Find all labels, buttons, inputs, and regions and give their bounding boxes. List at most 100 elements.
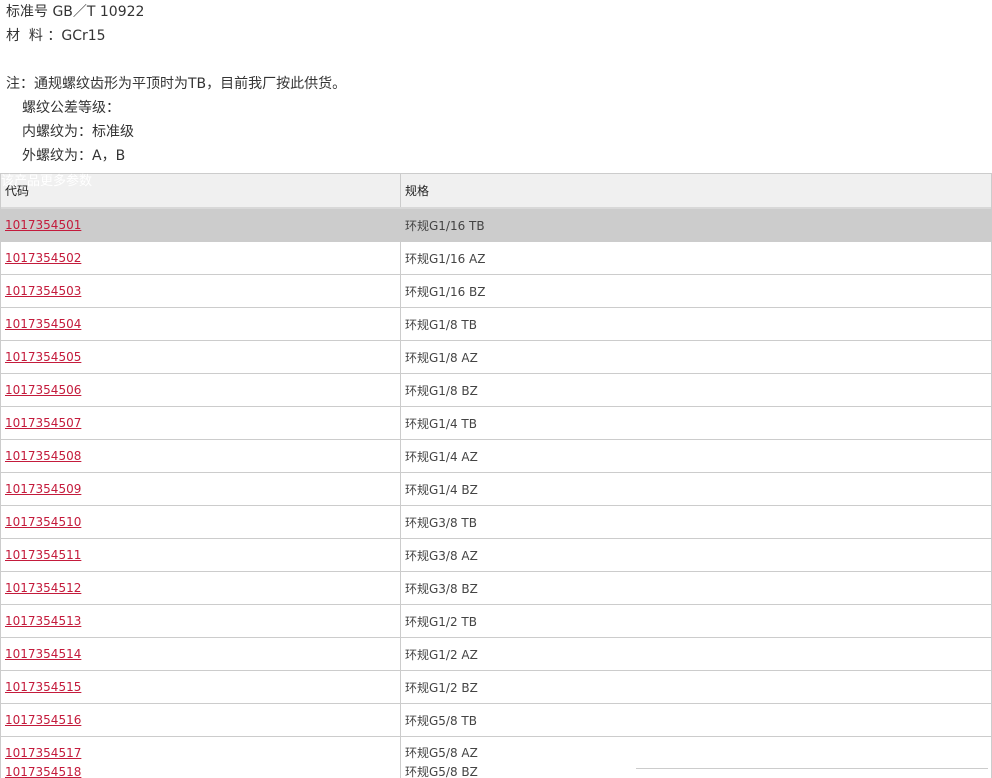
table-row: 1017354515 环规G1/2 BZ	[1, 671, 991, 704]
spec-text: 环规G1/16 BZ	[405, 284, 486, 299]
code-cell: 1017354511	[1, 539, 401, 571]
product-code-link[interactable]: 1017354512	[5, 581, 81, 595]
spec-text: 环规G1/2 TB	[405, 614, 477, 629]
code-cell: 1017354513	[1, 605, 401, 637]
spec-text: 环规G1/4 AZ	[405, 449, 478, 464]
code-cell: 1017354508	[1, 440, 401, 472]
material: 材 料 ：GCr15	[6, 28, 106, 44]
spec-text: 环规G3/8 AZ	[405, 548, 478, 563]
product-code-link[interactable]: 1017354515	[5, 680, 81, 694]
spec-cell: 环规G1/2 TB	[401, 605, 991, 637]
product-code-link[interactable]: 1017354502	[5, 251, 81, 265]
note: 注：通规螺纹齿形为平顶时为TB，目前我厂按此供货。	[6, 76, 347, 92]
spec-cell: 环规G1/8 TB	[401, 308, 991, 340]
product-code-link[interactable]: 1017354501	[5, 218, 81, 232]
table-row: 1017354513 环规G1/2 TB	[1, 605, 991, 638]
code-cell: 1017354505	[1, 341, 401, 373]
spec-text: 环规G3/8 TB	[405, 515, 477, 530]
product-code-link[interactable]: 1017354518	[5, 763, 81, 778]
code-cell: 1017354504	[1, 308, 401, 340]
spec-cell: 环规G5/8 TB	[401, 704, 991, 736]
product-code-link[interactable]: 1017354505	[5, 350, 81, 364]
spec-cell: 环规G3/8 TB	[401, 506, 991, 538]
spec-cell: 环规G3/8 AZ	[401, 539, 991, 571]
product-code-link[interactable]: 1017354503	[5, 284, 81, 298]
spec-text: 环规G1/16 TB	[405, 218, 485, 233]
table-row: 1017354503 环规G1/16 BZ	[1, 275, 991, 308]
table-body: 1017354501 环规G1/16 TB 1017354502 环规G1/16 AZ…	[1, 209, 991, 778]
product-code-link[interactable]: 1017354513	[5, 614, 81, 628]
product-code-link[interactable]: 1017354506	[5, 383, 81, 397]
product-code-link[interactable]: 1017354510	[5, 515, 81, 529]
spec-cell: 环规G3/8 BZ	[401, 572, 991, 604]
table-row: 1017354508 环规G1/4 AZ	[1, 440, 991, 473]
spec-cell: 环规G1/16 TB	[401, 209, 991, 241]
spec-text: 环规G1/16 AZ	[405, 251, 486, 266]
spec-text: 环规G1/8 AZ	[405, 350, 478, 365]
spec-cell: 环规G1/4 AZ	[401, 440, 991, 472]
spec-text: 环规G1/2 BZ	[405, 680, 478, 695]
product-code-link[interactable]: 1017354507	[5, 416, 81, 430]
page: 标准号 GB／T 10922 材 料 ：GCr15 注：通规螺纹齿形为平顶时为T…	[0, 0, 992, 778]
code-cell: 1017354517 1017354518	[1, 737, 401, 778]
spec-cell: 环规G1/16 AZ	[401, 242, 991, 274]
product-code-link[interactable]: 1017354514	[5, 647, 81, 661]
code-cell: 1017354510	[1, 506, 401, 538]
table-row: 1017354509 环规G1/4 BZ	[1, 473, 991, 506]
table-row: 1017354502 环规G1/16 AZ	[1, 242, 991, 275]
spec-cell: 环规G1/16 BZ	[401, 275, 991, 307]
table-row: 1017354514 环规G1/2 AZ	[1, 638, 991, 671]
header-code: 代码	[1, 174, 401, 207]
table-header: 该产品更多参数 代码 规格	[1, 173, 991, 209]
spec-cell: 环规G1/4 BZ	[401, 473, 991, 505]
table-row: 1017354511 环规G3/8 AZ	[1, 539, 991, 572]
product-code-link[interactable]: 1017354504	[5, 317, 81, 331]
product-code-link[interactable]: 1017354508	[5, 449, 81, 463]
spec-text: 环规G5/8 BZ	[405, 765, 478, 778]
header-spec: 规格	[401, 174, 991, 207]
spec-text: 环规G5/8 TB	[405, 713, 477, 728]
code-cell: 1017354512	[1, 572, 401, 604]
table-row: 1017354501 环规G1/16 TB	[1, 209, 991, 242]
external-thread-grade: 外螺纹为：A，B	[22, 148, 126, 164]
standard-number: 标准号 GB／T 10922	[6, 4, 145, 20]
header-spec-label: 规格	[405, 184, 430, 198]
spec-text: 环规G1/8 BZ	[405, 383, 478, 398]
product-code-link[interactable]: 1017354517	[5, 744, 81, 763]
product-code-link[interactable]: 1017354509	[5, 482, 81, 496]
spec-cell: 环规G5/8 AZ 环规G5/8 BZ	[401, 737, 991, 778]
product-code-link[interactable]: 1017354516	[5, 713, 81, 727]
table-row: 1017354510 环规G3/8 TB	[1, 506, 991, 539]
spec-text: 环规G1/4 TB	[405, 416, 477, 431]
code-cell: 1017354501	[1, 209, 401, 241]
spec-cell: 环规G1/8 AZ	[401, 341, 991, 373]
table-row: 1017354505 环规G1/8 AZ	[1, 341, 991, 374]
product-info: 标准号 GB／T 10922 材 料 ：GCr15 注：通规螺纹齿形为平顶时为T…	[6, 0, 346, 168]
table-row: 1017354506 环规G1/8 BZ	[1, 374, 991, 407]
spec-cell: 环规G1/8 BZ	[401, 374, 991, 406]
spec-text: 环规G1/8 TB	[405, 317, 477, 332]
spec-cell: 环规G1/2 AZ	[401, 638, 991, 670]
table-row: 1017354516 环规G5/8 TB	[1, 704, 991, 737]
table-row: 1017354517 1017354518 环规G5/8 AZ 环规G5/8 BZ	[1, 737, 991, 778]
header-code-label: 代码	[5, 184, 30, 198]
product-table: 该产品更多参数 代码 规格 1017354501 环规G1/16 TB 101735…	[0, 173, 992, 778]
spec-text: 环规G1/4 BZ	[405, 482, 478, 497]
table-row: 1017354507 环规G1/4 TB	[1, 407, 991, 440]
spec-text: 环规G3/8 BZ	[405, 581, 478, 596]
table-row: 1017354504 环规G1/8 TB	[1, 308, 991, 341]
code-cell: 1017354516	[1, 704, 401, 736]
code-cell: 1017354507	[1, 407, 401, 439]
spec-text: 环规G5/8 AZ	[405, 746, 478, 760]
product-code-link[interactable]: 1017354511	[5, 548, 81, 562]
code-cell: 1017354506	[1, 374, 401, 406]
spec-cell: 环规G1/4 TB	[401, 407, 991, 439]
internal-thread-grade: 内螺纹为：标准级	[22, 124, 134, 140]
code-cell: 1017354503	[1, 275, 401, 307]
code-cell: 1017354509	[1, 473, 401, 505]
tolerance-title: 螺纹公差等级：	[22, 100, 120, 116]
divider	[636, 768, 988, 769]
spec-cell: 环规G1/2 BZ	[401, 671, 991, 703]
code-cell: 1017354514	[1, 638, 401, 670]
